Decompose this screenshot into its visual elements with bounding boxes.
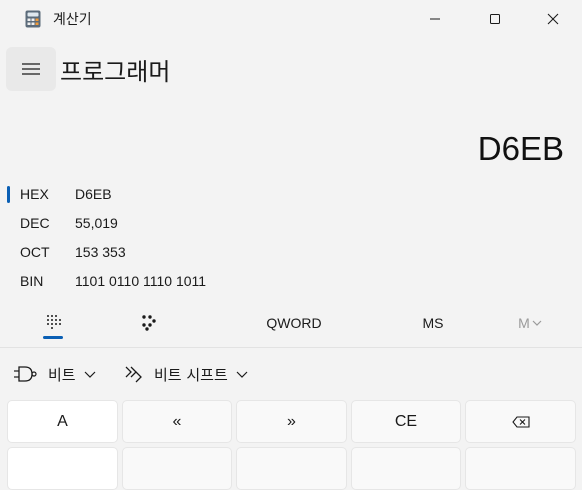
word-size-button[interactable]: QWORD (250, 306, 338, 340)
operator-bar: 비트 비트 시프트 (0, 355, 582, 393)
chevron-down-icon (84, 371, 96, 378)
hamburger-icon (22, 63, 40, 75)
minimize-button[interactable] (412, 0, 458, 38)
divider (0, 347, 582, 348)
keypad-icon (47, 315, 61, 329)
radix-row-oct[interactable]: OCT 153 353 (0, 238, 360, 267)
result-display: D6EB (477, 130, 564, 167)
radix-label: OCT (20, 244, 50, 260)
navigation-menu-button[interactable] (6, 47, 56, 91)
radix-value: 153 353 (75, 244, 126, 260)
close-icon (547, 13, 559, 25)
radix-row-bin[interactable]: BIN 1101 0110 1110 1011 (0, 267, 360, 296)
close-button[interactable] (530, 0, 576, 38)
memory-store-button[interactable]: MS (408, 306, 458, 340)
mode-title: 프로그래머 (60, 58, 171, 86)
bitwise-dropdown[interactable]: 비트 (14, 355, 96, 393)
bit-shift-label: 비트 시프트 (154, 365, 228, 384)
active-tab-indicator (43, 336, 63, 339)
bit-shift-icon (125, 366, 142, 383)
calculator-icon (25, 10, 41, 28)
key-row2-3[interactable] (236, 447, 347, 490)
chevron-down-icon (236, 371, 248, 378)
maximize-icon (490, 14, 500, 24)
key-backspace[interactable] (465, 400, 576, 443)
title-bar: 계산기 (0, 0, 582, 38)
tab-full-keypad[interactable] (34, 306, 72, 340)
minimize-icon (430, 18, 440, 20)
window-title: 계산기 (53, 12, 92, 28)
radix-label: BIN (20, 273, 44, 289)
radix-label: DEC (20, 215, 50, 231)
memory-list-label: M (518, 315, 530, 331)
radix-value: 55,019 (75, 215, 118, 231)
key-left-shift[interactable]: « (122, 400, 232, 443)
key-row2-2[interactable] (122, 447, 232, 490)
maximize-button[interactable] (472, 0, 518, 38)
tab-bit-toggle[interactable] (130, 306, 168, 340)
radix-value: D6EB (75, 186, 112, 202)
key-row2-1[interactable] (7, 447, 118, 490)
key-clear-entry[interactable]: CE (351, 400, 461, 443)
radix-row-hex[interactable]: HEX D6EB (0, 180, 360, 209)
keypad-tab-bar: QWORD MS M (0, 306, 582, 340)
radix-value: 1101 0110 1110 1011 (75, 273, 207, 289)
memory-list-button[interactable]: M (505, 306, 555, 340)
key-right-shift[interactable]: » (236, 400, 347, 443)
radix-label: HEX (20, 186, 49, 202)
logic-gate-icon (14, 366, 37, 382)
bit-toggle-icon (142, 315, 156, 331)
bit-shift-dropdown[interactable]: 비트 시프트 (124, 355, 248, 393)
selected-indicator (7, 186, 10, 203)
key-a[interactable]: A (7, 400, 118, 443)
radix-row-dec[interactable]: DEC 55,019 (0, 209, 360, 238)
backspace-icon (511, 415, 530, 428)
key-row2-4[interactable] (351, 447, 461, 490)
bitwise-label: 비트 (48, 365, 76, 384)
key-row2-5[interactable] (465, 447, 576, 490)
chevron-down-icon (532, 320, 542, 326)
